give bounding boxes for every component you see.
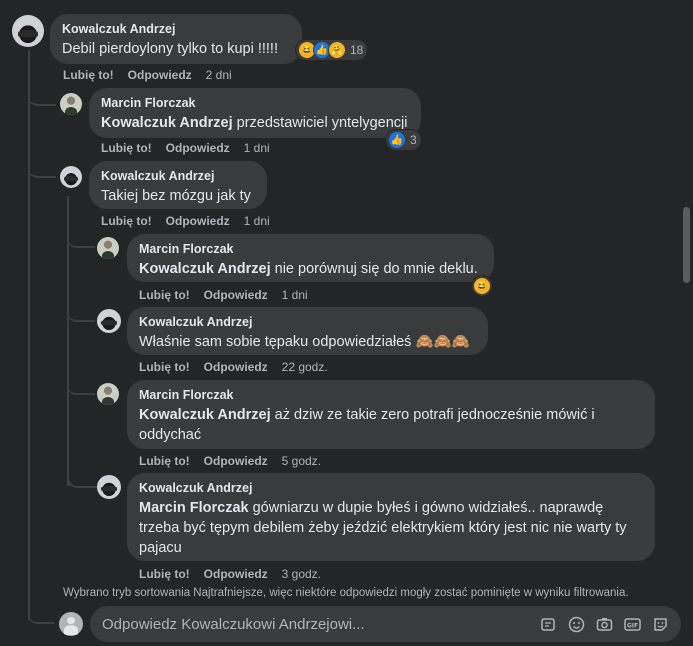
- avatar[interactable]: [97, 309, 121, 333]
- thread-connector: [67, 306, 95, 322]
- comment-actions: Lubię to! Odpowiedz 1 dni: [101, 214, 270, 228]
- comment-bubble: Marcin Florczak Kowalczuk Andrzej aż dzi…: [127, 380, 655, 449]
- mention-link[interactable]: Marcin Florczak: [139, 500, 249, 516]
- emoji-icon[interactable]: [568, 616, 585, 633]
- comment-text: Kowalczuk Andrzej przedstawiciel yntelyg…: [101, 115, 408, 131]
- comment-time[interactable]: 2 dni: [206, 68, 232, 82]
- comment-actions: Lubię to! Odpowiedz 1 dni: [139, 288, 308, 302]
- like-button[interactable]: Lubię to!: [139, 454, 190, 468]
- scrollbar-thumb[interactable]: [683, 207, 690, 283]
- thread-connector: [28, 608, 54, 624]
- comment-time[interactable]: 1 dni: [244, 214, 270, 228]
- gif-icon[interactable]: GIF: [624, 616, 641, 633]
- comment-actions: Lubię to! Odpowiedz 3 godz.: [139, 567, 321, 581]
- reaction-count: 18: [350, 43, 364, 57]
- avatar[interactable]: [12, 15, 44, 47]
- reply-input-placeholder: Odpowiedz Kowalczukowi Andrzejowi...: [102, 615, 365, 633]
- mention-link[interactable]: Kowalczuk Andrzej: [139, 407, 271, 423]
- reply-input[interactable]: Odpowiedz Kowalczukowi Andrzejowi... GIF: [90, 606, 681, 642]
- comment-bubble: Marcin Florczak Kowalczuk Andrzej przeds…: [89, 88, 421, 138]
- comment-actions: Lubię to! Odpowiedz 2 dni: [63, 68, 232, 82]
- avatar[interactable]: [60, 93, 82, 115]
- mention-link[interactable]: Kowalczuk Andrzej: [101, 115, 233, 131]
- like-button[interactable]: Lubię to!: [139, 567, 190, 581]
- comment-author[interactable]: Marcin Florczak: [139, 242, 482, 256]
- comment-text: Kowalczuk Andrzej aż dziw ze takie zero …: [139, 407, 595, 443]
- reaction-summary[interactable]: 😆: [472, 276, 492, 296]
- thread-connector: [28, 160, 56, 178]
- comment-actions: Lubię to! Odpowiedz 22 godz.: [139, 360, 328, 374]
- reply-button[interactable]: Odpowiedz: [204, 454, 268, 468]
- thread-line-main: [28, 50, 30, 620]
- like-button[interactable]: Lubię to!: [63, 68, 114, 82]
- care-icon: 🤗: [328, 41, 346, 59]
- reaction-count: 3: [410, 133, 417, 147]
- comment-text: Debil pierdoylony tylko to kupi !!!!!: [62, 41, 278, 57]
- comment-bubble: Kowalczuk Andrzej Debil pierdoylony tylk…: [50, 14, 302, 64]
- reaction-summary[interactable]: 😆 👍 🤗 18: [296, 40, 368, 60]
- comment-author[interactable]: Kowalczuk Andrzej: [139, 315, 476, 329]
- reply-button[interactable]: Odpowiedz: [204, 360, 268, 374]
- comment-time[interactable]: 5 godz.: [282, 454, 321, 468]
- svg-text:GIF: GIF: [627, 622, 638, 629]
- reply-button[interactable]: Odpowiedz: [204, 567, 268, 581]
- sorting-notice: Wybrano tryb sortowania Najtrafniejsze, …: [63, 587, 629, 599]
- comment-text: Takiej bez mózgu jak ty: [101, 188, 251, 204]
- thread-connector: [28, 88, 56, 106]
- comment-actions: Lubię to! Odpowiedz 5 godz.: [139, 454, 321, 468]
- comment-bubble: Kowalczuk Andrzej Właśnie sam sobie tępa…: [127, 307, 488, 355]
- cropped-header: [0, 0, 693, 8]
- comment-bubble: Kowalczuk Andrzej Marcin Florczak gównia…: [127, 473, 655, 561]
- comment-time[interactable]: 22 godz.: [282, 360, 328, 374]
- comment-text: Właśnie sam sobie tępaku odpowiedziałeś …: [139, 334, 470, 350]
- comment-author[interactable]: Kowalczuk Andrzej: [62, 22, 290, 36]
- like-icon: 👍: [388, 131, 406, 149]
- thread-connector: [67, 379, 95, 395]
- comment-text: Kowalczuk Andrzej nie porównuj się do mn…: [139, 261, 478, 277]
- reply-button[interactable]: Odpowiedz: [204, 288, 268, 302]
- comment-bubble: Marcin Florczak Kowalczuk Andrzej nie po…: [127, 234, 494, 282]
- comment-author[interactable]: Marcin Florczak: [139, 388, 643, 402]
- comment-bubble: Kowalczuk Andrzej Takiej bez mózgu jak t…: [89, 161, 267, 209]
- avatar[interactable]: [97, 237, 119, 259]
- comment-actions: Lubię to! Odpowiedz 1 dni: [101, 141, 270, 155]
- reply-button[interactable]: Odpowiedz: [166, 214, 230, 228]
- comment-author[interactable]: Kowalczuk Andrzej: [139, 481, 643, 495]
- sticker-icon[interactable]: [540, 616, 557, 633]
- mention-link[interactable]: Kowalczuk Andrzej: [139, 261, 271, 277]
- like-button[interactable]: Lubię to!: [139, 288, 190, 302]
- like-button[interactable]: Lubię to!: [101, 141, 152, 155]
- comment-author[interactable]: Marcin Florczak: [101, 96, 409, 110]
- camera-icon[interactable]: [596, 616, 613, 633]
- thread-connector: [67, 470, 97, 488]
- avatar[interactable]: [60, 166, 82, 188]
- avatar[interactable]: [97, 475, 121, 499]
- like-button[interactable]: Lubię to!: [101, 214, 152, 228]
- reaction-summary[interactable]: 👍 3: [386, 130, 421, 150]
- thread-connector: [67, 232, 95, 248]
- comment-time[interactable]: 1 dni: [244, 141, 270, 155]
- haha-icon: 😆: [473, 277, 491, 295]
- comment-text: Marcin Florczak gówniarzu w dupie byłeś …: [139, 500, 627, 556]
- comment-author[interactable]: Kowalczuk Andrzej: [101, 169, 255, 183]
- current-user-avatar[interactable]: [59, 612, 83, 636]
- comment-time[interactable]: 1 dni: [282, 288, 308, 302]
- like-button[interactable]: Lubię to!: [139, 360, 190, 374]
- avatar-sticker-icon[interactable]: [652, 616, 669, 633]
- reply-button[interactable]: Odpowiedz: [166, 141, 230, 155]
- comment-time[interactable]: 3 godz.: [282, 567, 321, 581]
- reply-button[interactable]: Odpowiedz: [128, 68, 192, 82]
- avatar[interactable]: [97, 383, 119, 405]
